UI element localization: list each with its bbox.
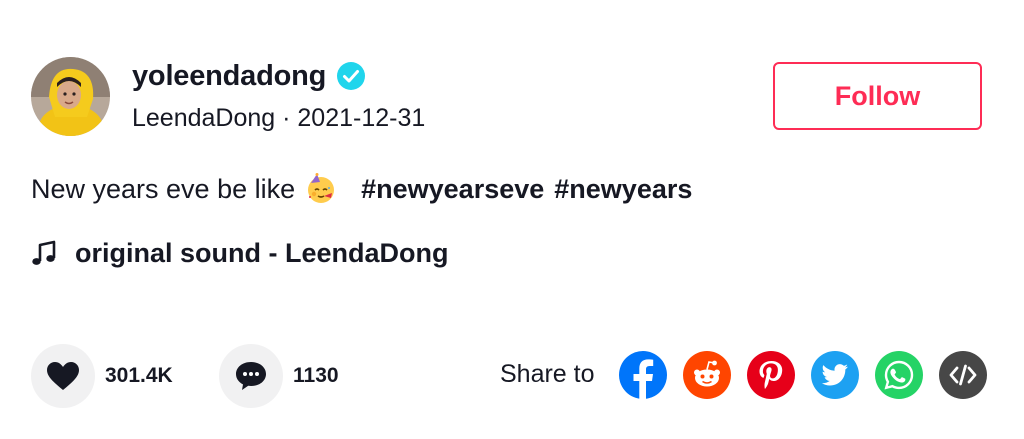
caption-text: New years eve be like bbox=[31, 173, 296, 204]
follow-button[interactable]: Follow bbox=[773, 62, 982, 130]
video-caption: New years eve be like #newyearseve #newy… bbox=[31, 173, 702, 205]
username-row: yoleendadong bbox=[132, 56, 366, 96]
facebook-share-icon[interactable] bbox=[619, 351, 667, 399]
comment-bubble-icon bbox=[236, 362, 266, 390]
music-note-icon bbox=[32, 240, 56, 265]
music-label: original sound - LeendaDong bbox=[75, 238, 449, 268]
avatar[interactable] bbox=[31, 57, 110, 136]
hashtag-link[interactable]: #newyears bbox=[554, 174, 692, 205]
avatar-image bbox=[31, 57, 110, 136]
music-link[interactable]: original sound - LeendaDong bbox=[31, 238, 449, 269]
whatsapp-share-icon[interactable] bbox=[875, 351, 923, 399]
embed-code-icon[interactable] bbox=[939, 351, 987, 399]
comment-count: 1130 bbox=[293, 364, 339, 387]
share-label: Share to bbox=[500, 360, 595, 388]
like-action[interactable]: 301.4K bbox=[31, 344, 173, 408]
video-info-card: yoleendadong LeendaDong · 2021-12-31 Fol… bbox=[0, 0, 1024, 439]
like-count: 301.4K bbox=[105, 364, 173, 387]
twitter-share-icon[interactable] bbox=[811, 351, 859, 399]
comment-button[interactable] bbox=[219, 344, 283, 408]
pinterest-share-icon[interactable] bbox=[747, 351, 795, 399]
like-button[interactable] bbox=[31, 344, 95, 408]
share-icons bbox=[619, 351, 987, 399]
verified-badge-icon bbox=[336, 61, 366, 91]
username[interactable]: yoleendadong bbox=[132, 60, 326, 93]
heart-icon bbox=[47, 362, 79, 390]
comment-action[interactable]: 1130 bbox=[219, 344, 339, 408]
reddit-share-icon[interactable] bbox=[683, 351, 731, 399]
partying-face-emoji-icon bbox=[305, 173, 337, 205]
hashtag-link[interactable]: #newyearseve bbox=[361, 174, 544, 205]
author-nickname-date: LeendaDong · 2021-12-31 bbox=[132, 104, 426, 132]
